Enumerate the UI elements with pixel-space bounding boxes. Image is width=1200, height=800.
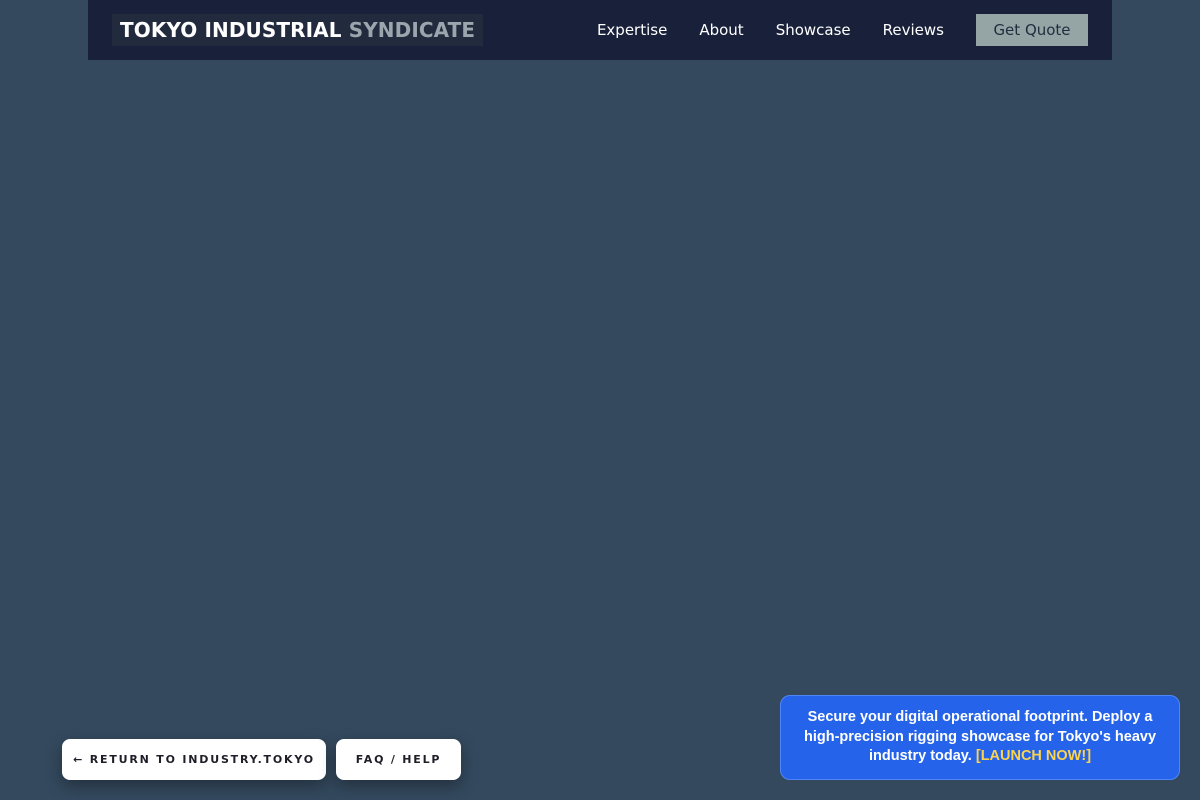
get-quote-button[interactable]: Get Quote — [976, 14, 1088, 46]
nav-link-showcase[interactable]: Showcase — [776, 21, 851, 39]
nav-link-about[interactable]: About — [699, 21, 743, 39]
nav-link-expertise[interactable]: Expertise — [597, 21, 667, 39]
site-logo[interactable]: TOKYO INDUSTRIAL SYNDICATE — [112, 14, 484, 46]
top-navigation-bar: TOKYO INDUSTRIAL SYNDICATE Expertise Abo… — [88, 0, 1112, 60]
main-nav: Expertise About Showcase Reviews Get Quo… — [597, 14, 1088, 46]
logo-main-text: TOKYO INDUSTRIAL — [120, 18, 342, 42]
faq-help-button[interactable]: FAQ / HELP — [336, 739, 461, 780]
return-to-industry-button[interactable]: ← RETURN TO INDUSTRY.TOKYO — [62, 739, 326, 780]
promo-banner: Secure your digital operational footprin… — [780, 695, 1180, 780]
nav-link-reviews[interactable]: Reviews — [883, 21, 944, 39]
logo-accent-text: SYNDICATE — [348, 18, 476, 42]
launch-now-link[interactable]: [LAUNCH NOW!] — [976, 748, 1091, 764]
